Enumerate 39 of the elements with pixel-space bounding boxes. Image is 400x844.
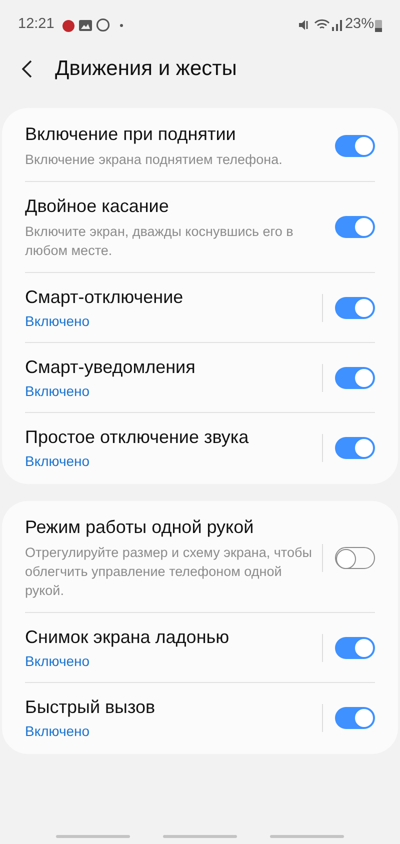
toggle-switch[interactable]	[335, 636, 375, 658]
description-text: Включите экран, дважды коснувшись его в любом месте.	[25, 223, 294, 260]
setting-title[interactable]: Простое отключение звука	[25, 425, 314, 449]
setting-title[interactable]: Смарт-уведомления	[25, 355, 314, 379]
setting-title[interactable]: Двойное касание	[25, 194, 314, 218]
description-text: Отрегулируйте размер и схему экрана, чтобы облегчить управление телефоном одной рукой.	[25, 544, 313, 600]
back-icon[interactable]	[22, 60, 32, 78]
setting-title[interactable]: Режим работы одной рукой	[25, 515, 314, 539]
mute-icon	[298, 19, 310, 31]
setting-title[interactable]: Быстрый вызов	[25, 695, 314, 719]
chat-icon	[96, 18, 110, 32]
page-title: Движения и жесты	[55, 56, 237, 82]
toggle-switch[interactable]	[335, 134, 375, 156]
battery-percent: 23%	[344, 15, 374, 34]
setting-title[interactable]: Включение при поднятии	[25, 122, 314, 146]
status-text: Включено	[25, 652, 91, 670]
toggle-switch[interactable]	[335, 216, 375, 238]
toggle-switch[interactable]	[335, 706, 375, 728]
status-text: Включено	[25, 312, 91, 330]
status-text: Включено	[25, 722, 91, 740]
toggle-switch[interactable]	[335, 366, 375, 388]
wifi-icon	[314, 19, 330, 31]
status-text: Включено	[25, 382, 91, 400]
status-text: Включено	[25, 452, 91, 470]
signal-icon	[332, 19, 342, 31]
setting-title[interactable]: Снимок экрана ладонью	[25, 625, 314, 649]
battery-icon	[375, 18, 382, 32]
nav-bar-handle[interactable]	[270, 835, 344, 838]
description-text: Включение экрана поднятием телефона.	[25, 151, 284, 169]
app-notification-icon	[62, 18, 76, 32]
setting-title[interactable]: Смарт-отключение	[25, 285, 314, 309]
nav-bar-handle[interactable]	[162, 835, 237, 838]
image-icon	[79, 20, 92, 30]
dot-icon	[120, 24, 124, 26]
toggle-switch[interactable]	[335, 546, 375, 568]
nav-bar-handle[interactable]	[56, 835, 130, 838]
toggle-switch[interactable]	[335, 296, 375, 318]
status-time: 12:21	[18, 15, 54, 34]
toggle-switch[interactable]	[335, 436, 375, 458]
